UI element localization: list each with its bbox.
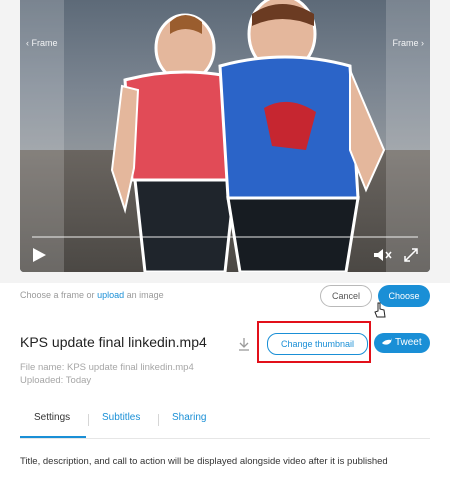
choose-frame-instructions: Choose a frame or upload an image [20,290,164,300]
thumbnail-chooser-row: Choose a frame or upload an image Cancel… [20,285,430,310]
tabs-divider [20,438,430,439]
change-thumbnail-button[interactable]: Change thumbnail [267,333,368,355]
video-player[interactable]: ‹ Frame Frame › [20,0,430,272]
twitter-bird-icon [382,338,393,345]
video-card: ‹ Frame Frame › [0,0,450,283]
fullscreen-icon[interactable] [404,248,418,262]
uploaded-line: Uploaded: Today [20,375,92,386]
hand-cursor-icon [374,302,386,318]
file-name-line: File name: KPS update final linkedin.mp4 [20,362,194,373]
mute-icon[interactable] [374,248,392,262]
tab-separator [158,414,159,426]
settings-description: Title, description, and call to action w… [20,456,388,467]
tab-separator [88,414,89,426]
file-title: KPS update final linkedin.mp4 [20,334,207,350]
play-icon[interactable] [32,248,46,262]
upload-link[interactable]: upload [97,290,124,300]
tweet-button[interactable]: Tweet [374,333,430,353]
frame-prev-link[interactable]: ‹ Frame [26,38,58,48]
tab-settings[interactable]: Settings [34,412,70,423]
cancel-button[interactable]: Cancel [320,285,372,307]
download-icon[interactable] [237,337,251,351]
choose-text-prefix: Choose a frame or [20,290,95,300]
video-frame-image [110,0,386,272]
video-progress-bar[interactable] [32,236,418,238]
choose-text-suffix: an image [126,290,164,300]
child-right-figure [218,0,386,272]
tabs-bar: Settings Subtitles Sharing [20,412,430,439]
tweet-label: Tweet [394,337,422,348]
tab-subtitles[interactable]: Subtitles [102,412,140,423]
frame-next-link[interactable]: Frame › [393,38,425,48]
tab-sharing[interactable]: Sharing [172,412,206,423]
